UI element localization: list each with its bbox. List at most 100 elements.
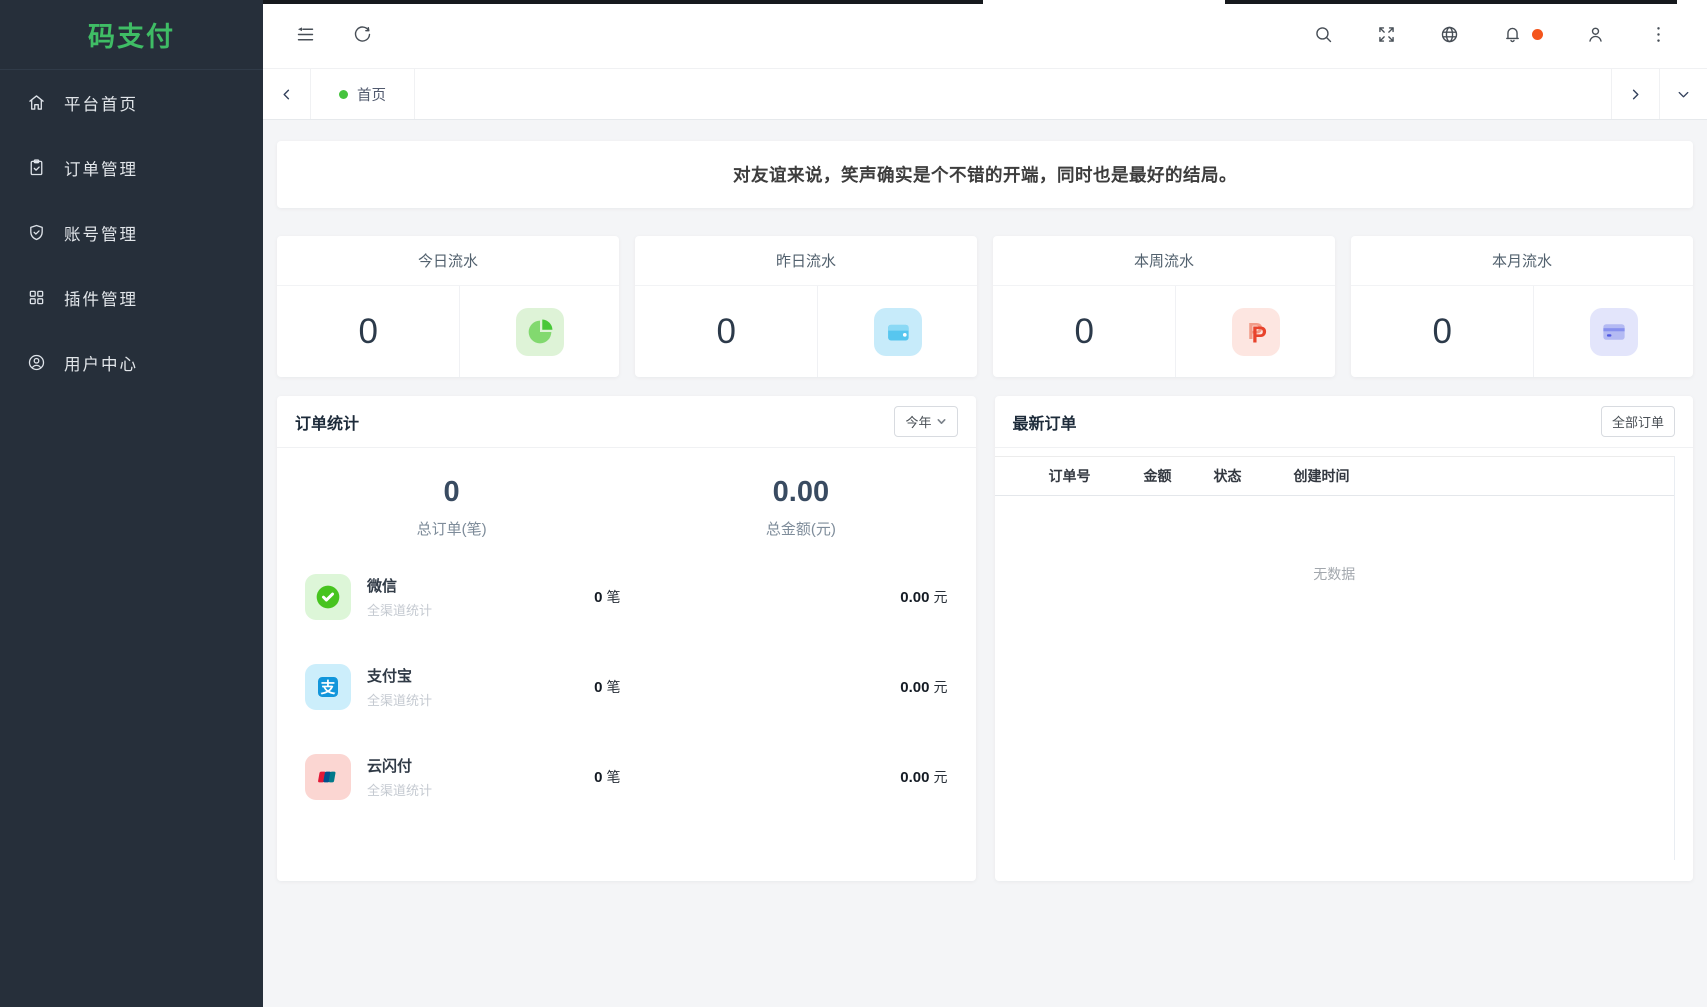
panel-title: 最新订单	[1013, 410, 1077, 434]
sidebar: 码支付 平台首页 订单管理 账号管理	[0, 0, 263, 1007]
page-content: 对友谊来说，笑声确实是个不错的开端，同时也是最好的结局。 今日流水 0 昨日流水	[263, 120, 1707, 1007]
wechat-pay-icon	[305, 574, 351, 620]
wallet-icon	[874, 308, 922, 356]
refresh-icon[interactable]	[352, 24, 373, 45]
latest-orders-panel: 最新订单 全部订单 订单号 金额 状态 创建时间 无数据	[995, 396, 1694, 881]
kebab-menu-icon[interactable]	[1648, 24, 1669, 45]
channel-name: 微信	[367, 575, 432, 596]
stat-value: 0	[277, 286, 460, 377]
top-progress-segment	[1225, 0, 1677, 4]
column-header: 创建时间	[1294, 466, 1675, 486]
clipboard-icon	[26, 157, 47, 178]
tabs-menu-button[interactable]	[1659, 69, 1707, 119]
channel-amount: 0.00元	[900, 677, 947, 697]
chevron-down-icon	[936, 416, 947, 427]
stat-title: 今日流水	[277, 236, 619, 286]
channel-name: 支付宝	[367, 665, 432, 686]
sidebar-item-plugins[interactable]: 插件管理	[0, 265, 263, 330]
order-totals: 0 总订单(笔) 0.00 总金额(元)	[277, 448, 976, 539]
column-header: 订单号	[1049, 466, 1144, 486]
quote-banner: 对友谊来说，笑声确实是个不错的开端，同时也是最好的结局。	[277, 141, 1693, 208]
channel-subtitle: 全渠道统计	[367, 780, 432, 799]
pie-chart-icon	[516, 308, 564, 356]
app-window: 码支付 平台首页 订单管理 账号管理	[0, 0, 1707, 1007]
channel-row-wechat: 微信 全渠道统计 0笔 0.00元	[305, 573, 948, 621]
channel-amount: 0.00元	[900, 767, 947, 787]
tab-bar: 首页	[263, 69, 1707, 120]
search-icon[interactable]	[1313, 24, 1334, 45]
grid-icon	[26, 287, 47, 308]
channel-amount: 0.00元	[900, 587, 947, 607]
sidebar-item-label: 插件管理	[64, 286, 138, 310]
sidebar-menu: 平台首页 订单管理 账号管理 插件管理	[0, 70, 263, 395]
tabs-prev-button[interactable]	[263, 69, 311, 119]
credit-card-icon	[1590, 308, 1638, 356]
collapse-menu-icon[interactable]	[295, 24, 316, 45]
stat-value: 0	[635, 286, 818, 377]
channel-subtitle: 全渠道统计	[367, 690, 432, 709]
stat-card-week: 本周流水 0 PP	[993, 236, 1335, 377]
stat-card-month: 本月流水 0	[1351, 236, 1693, 377]
range-select-button[interactable]: 今年	[894, 406, 957, 437]
shield-check-icon	[26, 222, 47, 243]
notification-dot	[1532, 29, 1543, 40]
tab-active-dot	[339, 90, 348, 99]
channel-row-unionpay: 云闪付 全渠道统计 0笔 0.00元	[305, 753, 948, 801]
empty-state-text: 无数据	[995, 564, 1675, 584]
sidebar-item-user-center[interactable]: 用户中心	[0, 330, 263, 395]
notifications-button[interactable]	[1502, 24, 1543, 45]
sidebar-item-label: 账号管理	[64, 221, 138, 245]
svg-text:支: 支	[320, 679, 336, 697]
orders-table-header: 订单号 金额 状态 创建时间	[995, 456, 1675, 496]
total-orders-label: 总订单(笔)	[277, 518, 626, 539]
alipay-icon: 支	[305, 664, 351, 710]
column-header: 状态	[1214, 466, 1294, 486]
sidebar-item-label: 订单管理	[64, 156, 138, 180]
channel-count: 0笔	[594, 767, 900, 787]
stat-title: 本月流水	[1351, 236, 1693, 286]
tab-home[interactable]: 首页	[311, 69, 415, 119]
sidebar-item-accounts[interactable]: 账号管理	[0, 200, 263, 265]
stat-title: 昨日流水	[635, 236, 977, 286]
total-orders: 0 总订单(笔)	[277, 476, 626, 539]
top-progress-segment	[263, 0, 983, 4]
bell-icon	[1502, 24, 1523, 45]
channel-name: 云闪付	[367, 755, 432, 776]
total-amount-label: 总金额(元)	[626, 518, 975, 539]
quote-text: 对友谊来说，笑声确实是个不错的开端，同时也是最好的结局。	[733, 162, 1237, 187]
fullscreen-icon[interactable]	[1376, 24, 1397, 45]
sidebar-item-home[interactable]: 平台首页	[0, 70, 263, 135]
stat-value: 0	[1351, 286, 1534, 377]
unionpay-icon	[305, 754, 351, 800]
channel-count: 0笔	[594, 677, 900, 697]
stat-value: 0	[993, 286, 1176, 377]
order-stats-panel: 订单统计 今年 0 总订单(笔) 0.00 总金额(元)	[277, 396, 976, 881]
column-header: 金额	[1144, 466, 1214, 486]
channel-subtitle: 全渠道统计	[367, 600, 432, 619]
sidebar-item-label: 用户中心	[64, 351, 138, 375]
sidebar-item-label: 平台首页	[64, 91, 138, 115]
stat-title: 本周流水	[993, 236, 1335, 286]
stat-cards-row: 今日流水 0 昨日流水 0	[277, 236, 1693, 377]
total-orders-value: 0	[277, 476, 626, 509]
user-icon[interactable]	[1585, 24, 1606, 45]
chevron-down-icon	[1675, 86, 1692, 103]
channel-row-alipay: 支 支付宝 全渠道统计 0笔 0.00元	[305, 663, 948, 711]
stat-card-yesterday: 昨日流水 0	[635, 236, 977, 377]
channel-count: 0笔	[594, 587, 900, 607]
chevron-left-icon	[278, 86, 295, 103]
channel-list: 微信 全渠道统计 0笔 0.00元 支	[277, 539, 976, 801]
paypal-icon: PP	[1232, 308, 1280, 356]
total-amount: 0.00 总金额(元)	[626, 476, 975, 539]
user-circle-icon	[26, 352, 47, 373]
chevron-right-icon	[1627, 86, 1644, 103]
app-logo: 码支付	[0, 0, 263, 70]
tabs-next-button[interactable]	[1611, 69, 1659, 119]
stat-card-today: 今日流水 0	[277, 236, 619, 377]
view-all-orders-button[interactable]: 全部订单	[1601, 406, 1675, 437]
total-amount-value: 0.00	[626, 476, 975, 509]
sidebar-item-orders[interactable]: 订单管理	[0, 135, 263, 200]
globe-icon[interactable]	[1439, 24, 1460, 45]
svg-text:P: P	[1251, 321, 1266, 347]
panel-title: 订单统计	[295, 410, 359, 434]
